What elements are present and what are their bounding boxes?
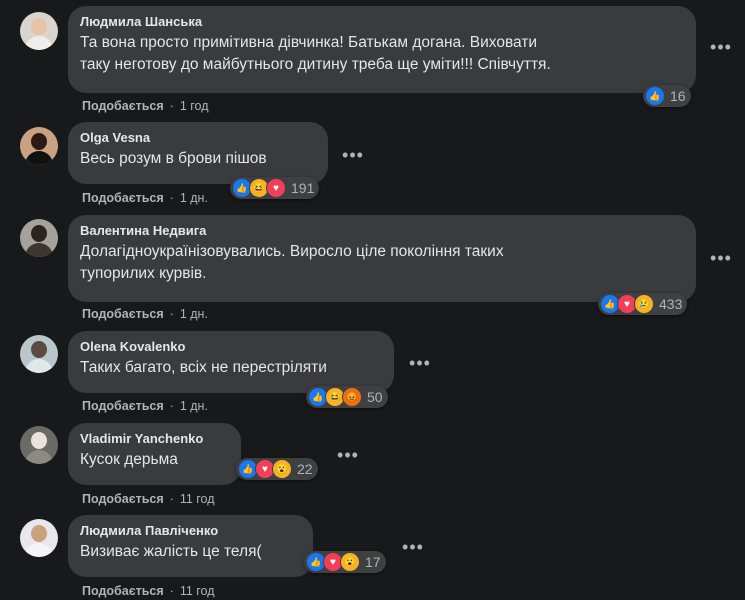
comment-text: Та вона просто примітивна дівчинка! Бать… — [80, 34, 551, 73]
avatar-head — [31, 225, 47, 242]
comment-bubble: Людмила Шанська Та вона просто примітивн… — [68, 6, 696, 93]
comment-bubble: Валентина Недвига Долагідноукраїнізовува… — [68, 215, 696, 302]
reactions-summary[interactable]: 👍 ♥ 😮 22 — [236, 458, 318, 480]
avatar[interactable] — [20, 519, 58, 557]
comment-bubble: Olena Kovalenko Таких багато, всіх не пе… — [68, 331, 394, 393]
comment-time[interactable]: 11 год — [180, 492, 215, 506]
comment-actions: Подобається · 1 дн. — [82, 306, 208, 322]
like-link[interactable]: Подобається — [82, 191, 164, 205]
comment-text: Визиває жалість це теля( — [80, 543, 262, 560]
avatar-body — [25, 243, 53, 257]
comment-time[interactable]: 1 дн. — [180, 191, 208, 205]
separator-dot: · — [169, 492, 174, 506]
more-options-icon[interactable]: ••• — [407, 354, 433, 372]
more-options-icon[interactable]: ••• — [400, 538, 426, 556]
comment-author[interactable]: Olga Vesna — [80, 130, 316, 146]
avatar[interactable] — [20, 426, 58, 464]
avatar-head — [31, 18, 47, 35]
reactions-summary[interactable]: 👍 ♥ 😮 17 — [304, 551, 386, 573]
comment-time[interactable]: 1 год — [180, 99, 209, 113]
reaction-count: 433 — [659, 296, 683, 312]
like-link[interactable]: Подобається — [82, 399, 164, 413]
more-options-icon[interactable]: ••• — [335, 446, 361, 464]
comment-author[interactable]: Vladimir Yanchenko — [80, 431, 229, 447]
comment-bubble: Vladimir Yanchenko Кусок дерьма — [68, 423, 241, 485]
reaction-count: 50 — [367, 389, 383, 405]
comment-author[interactable]: Olena Kovalenko — [80, 339, 382, 355]
reaction-count: 22 — [297, 461, 313, 477]
reaction-count: 191 — [291, 180, 315, 196]
separator-dot: · — [169, 307, 174, 321]
comment-actions: Подобається · 11 год — [82, 491, 215, 507]
like-link[interactable]: Подобається — [82, 307, 164, 321]
reaction-icons: 👍 — [645, 86, 665, 106]
wow-icon: 😮 — [272, 459, 292, 479]
separator-dot: · — [169, 99, 174, 113]
reactions-summary[interactable]: 👍 😆 😡 50 — [306, 386, 388, 408]
avatar-body — [25, 543, 53, 557]
like-link[interactable]: Подобається — [82, 584, 164, 598]
avatar[interactable] — [20, 127, 58, 165]
comment-actions: Подобається · 1 дн. — [82, 190, 208, 206]
avatar[interactable] — [20, 219, 58, 257]
sad-icon: 😢 — [634, 294, 654, 314]
separator-dot: · — [169, 191, 174, 205]
reaction-icons: 👍 ♥ 😢 — [600, 294, 654, 314]
comment-time[interactable]: 11 год — [180, 584, 215, 598]
comment-bubble: Olga Vesna Весь розум в брови пішов — [68, 122, 328, 184]
avatar-head — [31, 133, 47, 150]
avatar-body — [25, 36, 53, 50]
wow-icon: 😮 — [340, 552, 360, 572]
comment-time[interactable]: 1 дн. — [180, 307, 208, 321]
angry-icon: 😡 — [342, 387, 362, 407]
comment-actions: Подобається · 1 год — [82, 98, 209, 114]
separator-dot: · — [169, 399, 174, 413]
reaction-icons: 👍 ♥ 😮 — [238, 459, 292, 479]
more-options-icon[interactable]: ••• — [708, 249, 734, 267]
comment-text: Таких багато, всіх не перестріляти — [80, 359, 327, 376]
comment-text: Кусок дерьма — [80, 451, 178, 468]
reaction-icons: 👍 😆 ♥ — [232, 178, 286, 198]
comment-time[interactable]: 1 дн. — [180, 399, 208, 413]
comment-bubble: Людмила Павліченко Визиває жалість це те… — [68, 515, 313, 577]
reaction-count: 16 — [670, 88, 686, 104]
reaction-count: 17 — [365, 554, 381, 570]
comment-actions: Подобається · 1 дн. — [82, 398, 208, 414]
avatar-body — [25, 359, 53, 373]
comment-text: Долагідноукраїнізовувались. Виросло ціле… — [80, 243, 504, 282]
avatar-body — [25, 450, 53, 464]
comment-author[interactable]: Валентина Недвига — [80, 223, 684, 239]
avatar-body — [25, 151, 53, 165]
love-icon: ♥ — [266, 178, 286, 198]
like-link[interactable]: Подобається — [82, 492, 164, 506]
avatar-head — [31, 432, 47, 449]
avatar[interactable] — [20, 12, 58, 50]
more-options-icon[interactable]: ••• — [340, 146, 366, 164]
reactions-summary[interactable]: 👍 😆 ♥ 191 — [230, 177, 320, 199]
more-options-icon[interactable]: ••• — [708, 38, 734, 56]
comment-author[interactable]: Людмила Павліченко — [80, 523, 301, 539]
like-link[interactable]: Подобається — [82, 99, 164, 113]
reactions-summary[interactable]: 👍 ♥ 😢 433 — [598, 293, 688, 315]
comment-actions: Подобається · 11 год — [82, 583, 215, 599]
avatar-head — [31, 341, 47, 358]
reaction-icons: 👍 ♥ 😮 — [306, 552, 360, 572]
separator-dot: · — [169, 584, 174, 598]
reactions-summary[interactable]: 👍 16 — [643, 85, 691, 107]
comment-text: Весь розум в брови пішов — [80, 150, 267, 167]
comment-author[interactable]: Людмила Шанська — [80, 14, 684, 30]
avatar-head — [31, 525, 47, 542]
like-icon: 👍 — [645, 86, 665, 106]
reaction-icons: 👍 😆 😡 — [308, 387, 362, 407]
avatar[interactable] — [20, 335, 58, 373]
